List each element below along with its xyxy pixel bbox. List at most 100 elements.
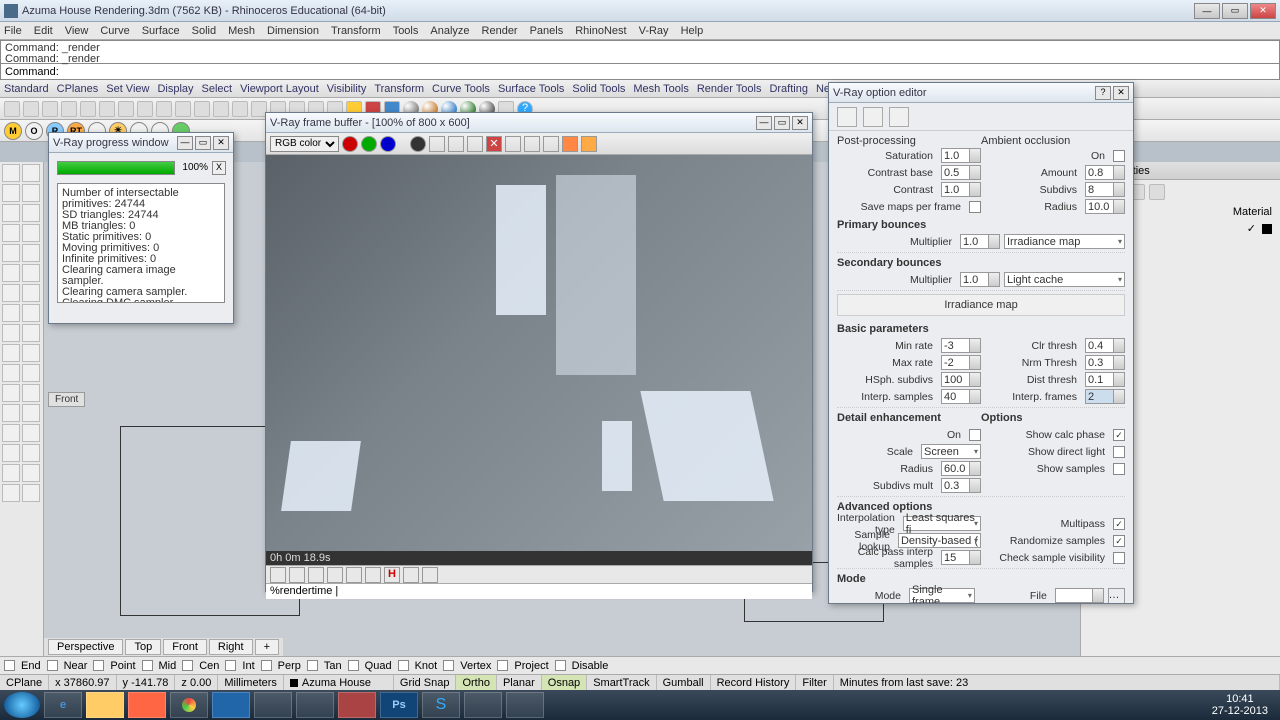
randomize-check[interactable] <box>1113 535 1125 547</box>
tab-select[interactable]: Select <box>202 83 233 95</box>
irradiance-map-header[interactable]: Irradiance map <box>837 294 1125 316</box>
menu-solid[interactable]: Solid <box>192 25 216 37</box>
opt-help-button[interactable]: ? <box>1095 86 1111 100</box>
status-planar[interactable]: Planar <box>497 675 542 690</box>
opt-load-icon[interactable] <box>863 107 883 127</box>
scale-icon[interactable] <box>22 424 40 442</box>
blend-icon[interactable] <box>22 344 40 362</box>
menu-file[interactable]: File <box>4 25 22 37</box>
minimize-button[interactable]: — <box>1194 3 1220 19</box>
option-editor-window[interactable]: V-Ray option editor ? ✕ Post-processing … <box>828 82 1134 604</box>
frame-buffer-window[interactable]: V-Ray frame buffer - [100% of 800 x 600]… <box>265 112 813 592</box>
curve-icon[interactable] <box>2 244 20 262</box>
min-rate-input[interactable]: -3 <box>941 338 981 353</box>
menu-tools[interactable]: Tools <box>393 25 419 37</box>
tab-visibility[interactable]: Visibility <box>327 83 367 95</box>
fb-h-icon[interactable]: H <box>384 567 400 583</box>
fb-tool-icon[interactable] <box>327 567 343 583</box>
fb-region-icon[interactable] <box>505 136 521 152</box>
taskbar-media-icon[interactable] <box>128 692 166 718</box>
fb-tool-icon[interactable] <box>308 567 324 583</box>
start-button[interactable] <box>4 692 40 718</box>
menu-mesh[interactable]: Mesh <box>228 25 255 37</box>
paste-icon[interactable] <box>118 101 134 117</box>
tab-transform[interactable]: Transform <box>374 83 424 95</box>
progress-min-button[interactable]: — <box>177 136 193 150</box>
taskbar-app-icon[interactable] <box>464 692 502 718</box>
fb-green-icon[interactable] <box>361 136 377 152</box>
polyline-icon[interactable] <box>22 184 40 202</box>
taskbar-app-icon[interactable] <box>338 692 376 718</box>
taskbar-ie-icon[interactable]: e <box>44 692 82 718</box>
tab-setview[interactable]: Set View <box>106 83 149 95</box>
redo-icon[interactable] <box>156 101 172 117</box>
progress-max-button[interactable]: ▭ <box>195 136 211 150</box>
save-maps-check[interactable] <box>969 201 981 213</box>
osnap-int-check[interactable] <box>225 660 236 671</box>
vray-m-icon[interactable]: M <box>4 122 22 140</box>
menu-edit[interactable]: Edit <box>34 25 53 37</box>
opt-save-icon[interactable] <box>837 107 857 127</box>
undo-icon[interactable] <box>137 101 153 117</box>
copy-icon[interactable] <box>99 101 115 117</box>
menu-analyze[interactable]: Analyze <box>430 25 469 37</box>
join-icon[interactable] <box>2 384 20 402</box>
tab-viewport[interactable]: Viewport Layout <box>240 83 319 95</box>
menu-surface[interactable]: Surface <box>142 25 180 37</box>
osnap-vertex-check[interactable] <box>443 660 454 671</box>
de-subdivs-input[interactable]: 0.3 <box>941 478 981 493</box>
osnap-perp-check[interactable] <box>261 660 272 671</box>
zoom-icon[interactable] <box>213 101 229 117</box>
array-icon[interactable] <box>22 444 40 462</box>
progress-close-button[interactable]: ✕ <box>213 136 229 150</box>
taskbar-rhino-icon[interactable] <box>296 692 334 718</box>
move-icon[interactable] <box>2 404 20 422</box>
progress-window[interactable]: V-Ray progress window — ▭ ✕ 100% X Numbe… <box>48 132 234 324</box>
status-smarttrack[interactable]: SmartTrack <box>587 675 656 690</box>
fb-red-icon[interactable] <box>342 136 358 152</box>
sb-engine-select[interactable]: Light cache <box>1004 272 1125 287</box>
interp-type-select[interactable]: Least squares fi <box>903 516 981 531</box>
osnap-disable-check[interactable] <box>555 660 566 671</box>
menu-curve[interactable]: Curve <box>100 25 129 37</box>
fb-tool-icon[interactable] <box>403 567 419 583</box>
show-direct-check[interactable] <box>1113 446 1125 458</box>
tab-drafting[interactable]: Drafting <box>769 83 808 95</box>
sample-lookup-select[interactable]: Density-based ( <box>898 533 981 548</box>
sb-multiplier-input[interactable]: 1.0 <box>960 272 1000 287</box>
taskbar-app-icon[interactable] <box>212 692 250 718</box>
menu-dimension[interactable]: Dimension <box>267 25 319 37</box>
osnap-quad-check[interactable] <box>348 660 359 671</box>
contrast-base-input[interactable]: 0.5 <box>941 165 981 180</box>
osnap-mid-check[interactable] <box>142 660 153 671</box>
opt-default-icon[interactable] <box>889 107 909 127</box>
fb-history-icon[interactable] <box>581 136 597 152</box>
viewtab-front[interactable]: Front <box>163 639 207 655</box>
tab-meshtools[interactable]: Mesh Tools <box>633 83 688 95</box>
taskbar-clock[interactable]: 10:41 27-12-2013 <box>1204 693 1276 717</box>
mode-select[interactable]: Single frame <box>909 588 975 603</box>
taskbar-explorer-icon[interactable] <box>86 692 124 718</box>
viewport-label-front[interactable]: Front <box>48 392 85 407</box>
saturation-input[interactable]: 1.0 <box>941 148 981 163</box>
taskbar-app-icon[interactable] <box>254 692 292 718</box>
maximize-button[interactable]: ▭ <box>1222 3 1248 19</box>
fb-max-button[interactable]: ▭ <box>774 116 790 130</box>
taskbar-app-icon[interactable] <box>506 692 544 718</box>
file-input[interactable] <box>1055 588 1104 603</box>
contrast-input[interactable]: 1.0 <box>941 182 981 197</box>
calc-pass-input[interactable]: 15 <box>941 550 981 565</box>
status-record[interactable]: Record History <box>711 675 797 690</box>
ao-subdivs-input[interactable]: 8 <box>1085 182 1125 197</box>
prop-tool-icon[interactable] <box>1149 184 1165 200</box>
de-radius-input[interactable]: 60.0 <box>941 461 981 476</box>
taskbar-skype-icon[interactable]: S <box>422 692 460 718</box>
hsph-input[interactable]: 100 <box>941 372 981 387</box>
box-icon[interactable] <box>2 264 20 282</box>
rotate-icon[interactable] <box>194 101 210 117</box>
lasso-icon[interactable] <box>22 164 40 182</box>
print-icon[interactable] <box>61 101 77 117</box>
text-icon[interactable] <box>2 464 20 482</box>
osnap-point-check[interactable] <box>93 660 104 671</box>
osnap-knot-check[interactable] <box>398 660 409 671</box>
